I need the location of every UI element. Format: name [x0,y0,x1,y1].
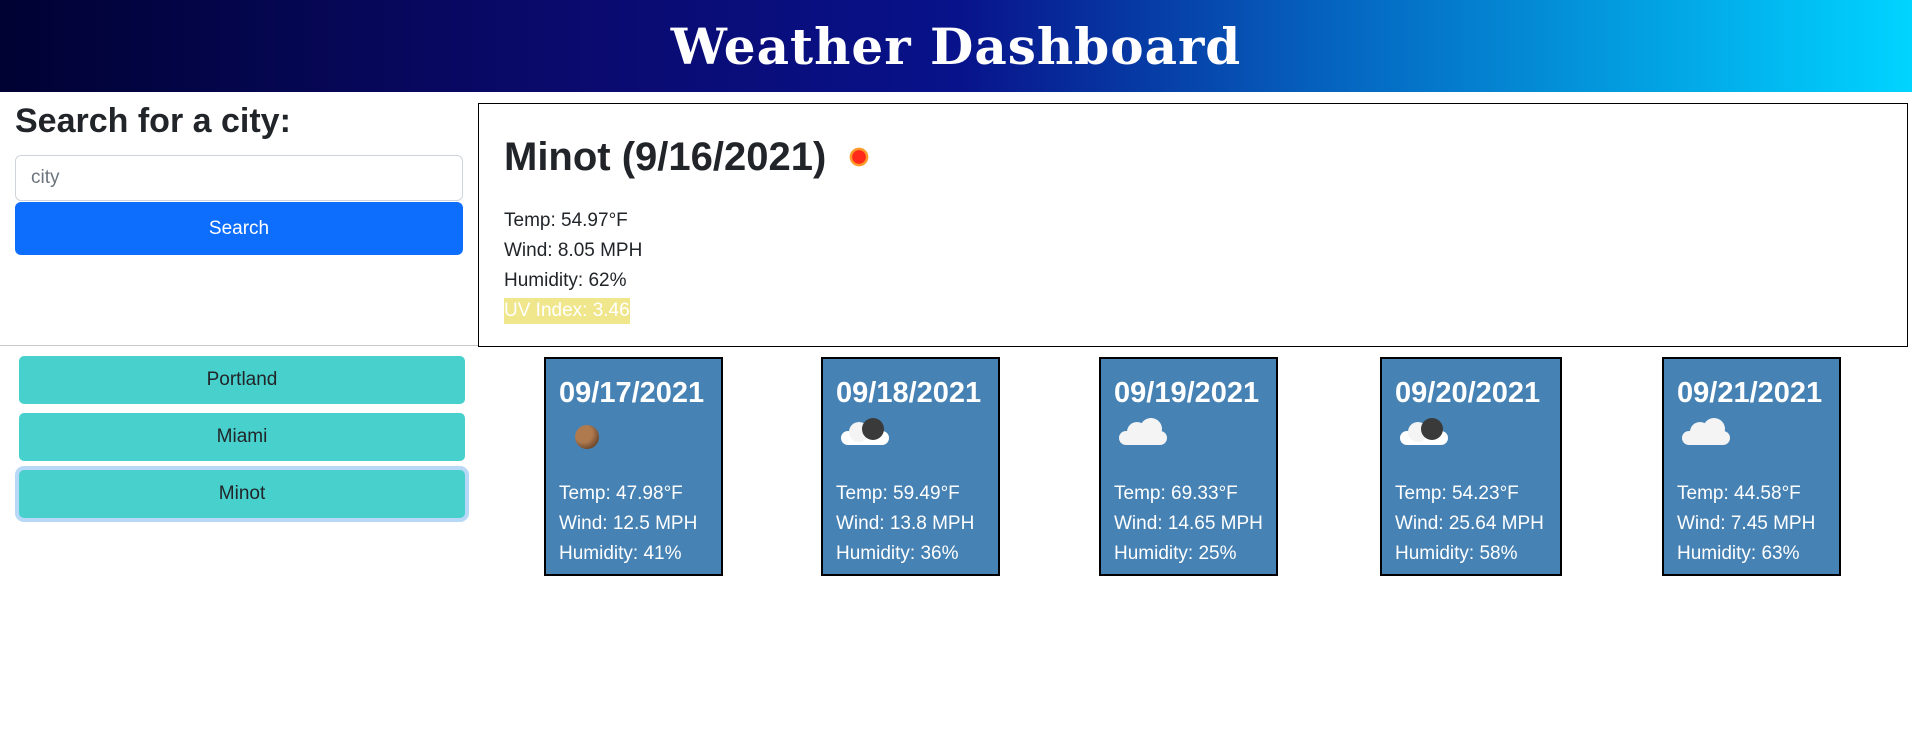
forecast-date: 09/20/2021 [1395,377,1541,409]
forecast-temp: Temp: 47.98°F [559,483,683,504]
moon-icon [575,425,599,449]
forecast-card: 09/18/2021 Temp: 59.49°F Wind: 13.8 MPH … [821,357,1000,576]
cloud-dark-icon [1400,418,1448,445]
history-button-miami[interactable]: Miami [19,413,465,461]
current-wind: Wind: 8.05 MPH [504,240,643,261]
forecast-wind: Wind: 13.8 MPH [836,513,975,534]
current-city-title: Minot (9/16/2021) [504,134,827,179]
forecast-humidity: Humidity: 58% [1395,543,1518,564]
forecast-card: 09/20/2021 Temp: 54.23°F Wind: 25.64 MPH… [1380,357,1562,576]
cloud-icon [1682,418,1730,445]
current-humidity: Humidity: 62% [504,270,627,291]
current-title-row: Minot (9/16/2021) [504,132,1882,182]
current-weather-panel: Minot (9/16/2021) Temp: 54.97°F Wind: 8.… [478,103,1908,347]
history-button-portland[interactable]: Portland [19,356,465,404]
forecast-date: 09/21/2021 [1677,377,1823,409]
forecast-humidity: Humidity: 25% [1114,543,1237,564]
forecast-temp: Temp: 59.49°F [836,483,960,504]
history-button-minot[interactable]: Minot [19,470,465,518]
forecast-date: 09/19/2021 [1114,377,1260,409]
forecast-card: 09/17/2021 Temp: 47.98°F Wind: 12.5 MPH … [544,357,723,576]
search-button[interactable]: Search [15,202,463,255]
search-panel: Search for a city: Search [15,92,463,255]
forecast-card: 09/19/2021 Temp: 69.33°F Wind: 14.65 MPH… [1099,357,1278,576]
current-stats: Temp: 54.97°F Wind: 8.05 MPH Humidity: 6… [504,206,1882,326]
forecast-humidity: Humidity: 41% [559,543,682,564]
forecast-temp: Temp: 54.23°F [1395,483,1519,504]
search-heading: Search for a city: [15,102,291,140]
sun-icon [844,142,874,172]
forecast-humidity: Humidity: 63% [1677,543,1800,564]
forecast-wind: Wind: 12.5 MPH [559,513,698,534]
search-history-list: Portland Miami Minot [19,356,465,527]
forecast-date: 09/17/2021 [559,377,705,409]
forecast-date: 09/18/2021 [836,377,982,409]
current-temp: Temp: 54.97°F [504,210,628,231]
forecast-temp: Temp: 69.33°F [1114,483,1238,504]
forecast-wind: Wind: 7.45 MPH [1677,513,1816,534]
city-search-input[interactable] [15,155,463,201]
cloud-icon [1119,418,1167,445]
forecast-card: 09/21/2021 Temp: 44.58°F Wind: 7.45 MPH … [1662,357,1841,576]
uv-index-badge: UV Index: 3.46 [504,298,630,324]
forecast-wind: Wind: 25.64 MPH [1395,513,1544,534]
forecast-humidity: Humidity: 36% [836,543,959,564]
page-header: Weather Dashboard [0,0,1912,92]
sidebar-divider [0,345,478,346]
cloud-dark-icon [841,418,889,445]
page-title: Weather Dashboard [670,16,1242,76]
forecast-wind: Wind: 14.65 MPH [1114,513,1263,534]
forecast-temp: Temp: 44.58°F [1677,483,1801,504]
